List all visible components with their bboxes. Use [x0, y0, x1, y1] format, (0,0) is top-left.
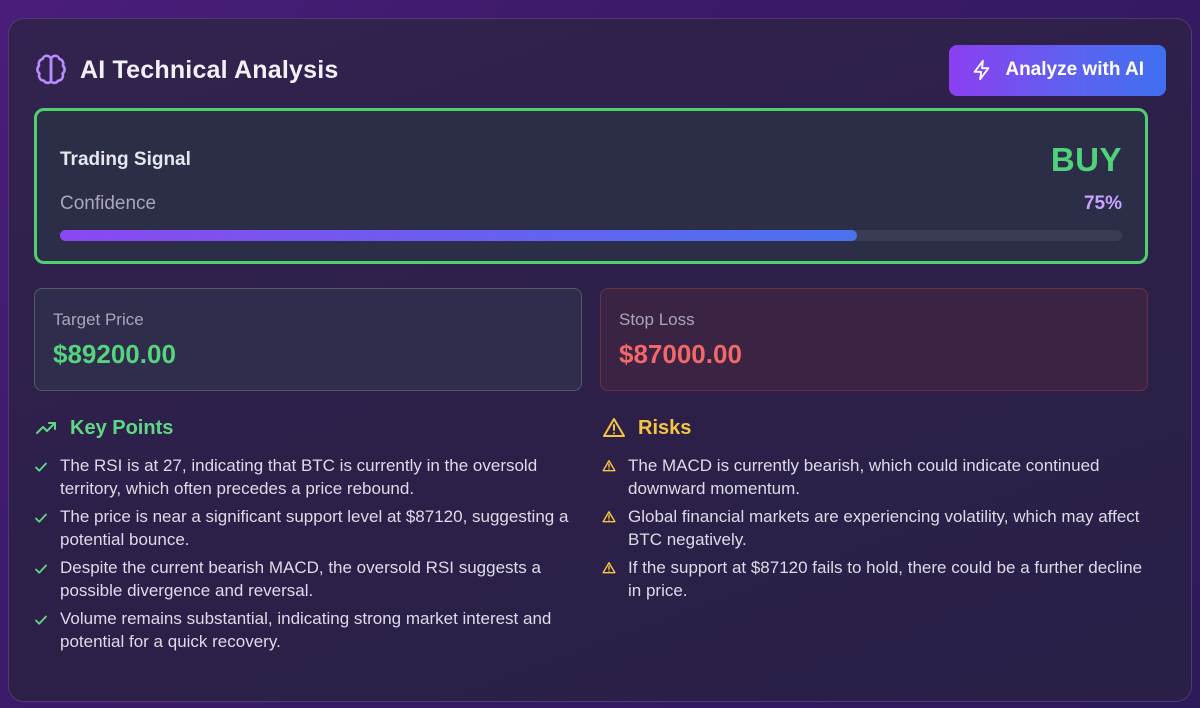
header: AI Technical Analysis Analyze with AI	[34, 44, 1166, 96]
bolt-icon	[971, 59, 993, 81]
key-points-list: The RSI is at 27, indicating that BTC is…	[34, 454, 594, 653]
analyze-with-ai-button[interactable]: Analyze with AI	[949, 44, 1166, 96]
title-group: AI Technical Analysis	[34, 53, 338, 87]
warning-triangle-icon	[602, 459, 616, 473]
stop-loss-label: Stop Loss	[619, 310, 695, 329]
analyze-button-label: Analyze with AI	[1005, 59, 1144, 80]
list-item: Volume remains substantial, indicating s…	[34, 607, 594, 653]
check-icon	[34, 562, 48, 576]
key-point-text: The RSI is at 27, indicating that BTC is…	[60, 456, 538, 498]
list-item: If the support at $87120 fails to hold, …	[602, 556, 1148, 602]
confidence-progress-bar	[60, 230, 1122, 241]
check-icon	[34, 460, 48, 474]
list-item: The RSI is at 27, indicating that BTC is…	[34, 454, 594, 500]
warning-triangle-icon	[602, 416, 626, 440]
risks-title: Risks	[638, 416, 692, 439]
trading-signal-panel: Trading Signal BUY Confidence 75%	[34, 108, 1148, 264]
risk-text: If the support at $87120 fails to hold, …	[628, 558, 1143, 600]
list-item: Despite the current bearish MACD, the ov…	[34, 556, 594, 602]
check-icon	[34, 511, 48, 525]
key-point-text: The price is near a significant support …	[60, 507, 569, 549]
key-points-title: Key Points	[70, 416, 174, 439]
brain-icon	[34, 53, 68, 87]
check-icon	[34, 613, 48, 627]
confidence-label: Confidence	[60, 193, 157, 214]
warning-triangle-icon	[602, 510, 616, 524]
key-points-section: Key Points The RSI is at 27, indicating …	[34, 414, 594, 658]
risks-header: Risks	[602, 414, 1148, 442]
target-price-value: $89200.00	[53, 339, 176, 369]
key-point-text: Despite the current bearish MACD, the ov…	[60, 558, 541, 600]
target-price-label: Target Price	[53, 310, 144, 329]
key-point-text: Volume remains substantial, indicating s…	[60, 609, 552, 651]
trading-signal-label: Trading Signal	[60, 149, 191, 170]
risk-text: Global financial markets are experiencin…	[628, 507, 1140, 549]
risk-text: The MACD is currently bearish, which cou…	[628, 456, 1100, 498]
key-points-header: Key Points	[34, 414, 594, 442]
risks-list: The MACD is currently bearish, which cou…	[602, 454, 1148, 602]
signal-row: Trading Signal BUY	[60, 141, 1122, 179]
confidence-row: Confidence 75%	[60, 193, 1122, 215]
trading-signal-value: BUY	[1050, 141, 1122, 178]
page-title: AI Technical Analysis	[80, 55, 339, 84]
confidence-value: 75%	[1083, 193, 1122, 214]
list-item: The MACD is currently bearish, which cou…	[602, 454, 1148, 500]
confidence-progress-fill	[60, 230, 857, 241]
stop-loss-value: $87000.00	[619, 339, 742, 369]
trending-up-icon	[34, 416, 58, 440]
list-item: Global financial markets are experiencin…	[602, 505, 1148, 551]
warning-triangle-icon	[602, 561, 616, 575]
risks-section: Risks The MACD is currently bearish, whi…	[602, 414, 1148, 607]
list-item: The price is near a significant support …	[34, 505, 594, 551]
stop-loss-card: Stop Loss $87000.00	[600, 288, 1148, 391]
target-price-card: Target Price $89200.00	[34, 288, 582, 391]
